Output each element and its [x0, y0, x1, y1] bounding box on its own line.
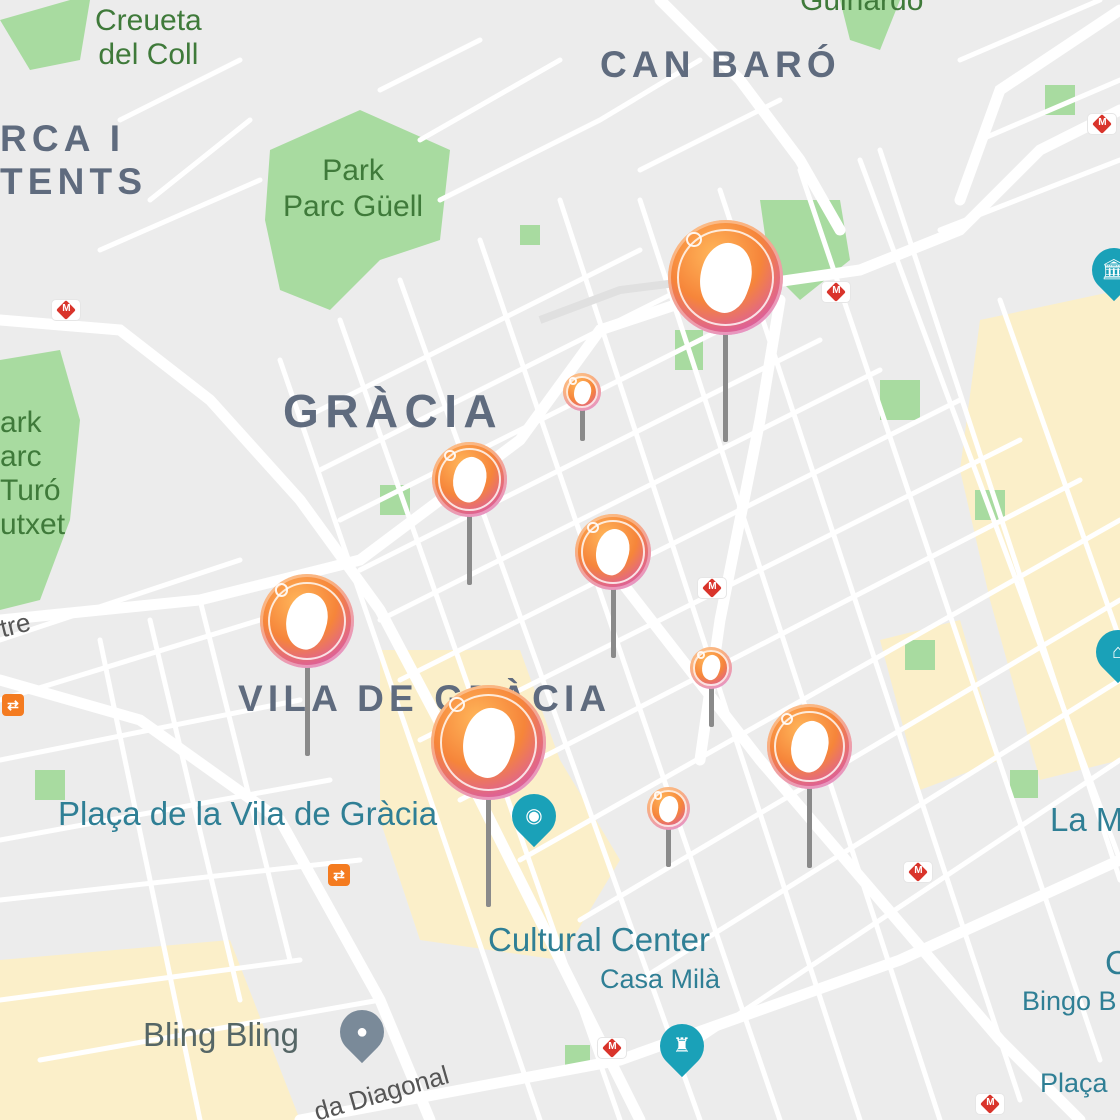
metro-icon[interactable]: [822, 282, 850, 302]
district-label-gracia: GRÀCIA: [283, 385, 504, 437]
footprint-pin-icon[interactable]: [647, 787, 690, 867]
neighborhood-label-guinardo: Guinardó: [800, 0, 924, 17]
label-line: ark: [0, 406, 42, 439]
footprint-pin-icon[interactable]: [260, 574, 354, 756]
pin-stick: [807, 778, 812, 868]
place-label-casa-mila[interactable]: Casa Milà: [600, 966, 720, 993]
landmark-icon[interactable]: ♜: [650, 1014, 714, 1078]
place-label-bingo[interactable]: Bingo B: [1022, 988, 1117, 1015]
label-line: Parc Güell: [283, 190, 424, 223]
rail-icon[interactable]: ⇄: [328, 864, 350, 886]
label-line: utxet: [0, 508, 66, 541]
label-line: Creueta: [95, 4, 202, 37]
district-label-can-baro: CAN BARÓ: [600, 44, 841, 85]
metro-icon[interactable]: [598, 1038, 626, 1058]
metro-icon[interactable]: [52, 300, 80, 320]
place-label-la-m[interactable]: La M: [1050, 803, 1120, 836]
metro-icon[interactable]: [904, 862, 932, 882]
place-label-placa-vila[interactable]: Plaça de la Vila de Gràcia: [58, 797, 437, 830]
footprint-pin-icon[interactable]: [563, 373, 601, 441]
label-line: del Coll: [98, 38, 199, 71]
place-label-placa-right[interactable]: Plaça: [1040, 1070, 1108, 1097]
pin-head: [575, 514, 651, 590]
pin-stick: [708, 683, 714, 727]
pin-stick: [486, 785, 491, 907]
footprint-pin-icon[interactable]: [767, 704, 852, 868]
park-label-guell: Park Parc Güell: [283, 156, 423, 222]
place-label-cultural-center[interactable]: Cultural Center: [488, 923, 710, 956]
location-pin-icon[interactable]: ●: [330, 1000, 394, 1064]
label-line: Turó: [0, 474, 61, 507]
footprint-pin-icon[interactable]: [690, 647, 732, 727]
label-line: RCA I: [0, 118, 126, 159]
street-label: tre: [0, 606, 34, 644]
footprint-pin-icon[interactable]: [432, 442, 507, 585]
label-line: Park: [322, 154, 384, 187]
map-canvas[interactable]: Creueta del Coll Guinardó CAN BARÓ RCA I…: [0, 0, 1120, 1120]
neighborhood-label-creueta: Creueta del Coll: [95, 6, 202, 70]
metro-icon[interactable]: [698, 578, 726, 598]
pin-head: [431, 685, 546, 800]
pin-stick: [723, 320, 728, 442]
footprint-pin-icon[interactable]: [575, 514, 651, 658]
pin-stick: [610, 580, 616, 658]
pin-head: [767, 704, 852, 789]
rail-icon[interactable]: ⇄: [2, 694, 24, 716]
footprint-pin-icon[interactable]: [668, 220, 783, 442]
label-line: TENTS: [0, 161, 148, 202]
pin-stick: [467, 506, 472, 585]
pin-head: [668, 220, 783, 335]
label-line: arc: [0, 440, 42, 473]
park-label-turo: ark arc Turó utxet: [0, 408, 65, 540]
pin-head: [563, 373, 601, 411]
pin-stick: [304, 656, 310, 756]
place-label-bling-bling[interactable]: Bling Bling: [143, 1018, 299, 1051]
pin-head: [690, 647, 732, 689]
pin-head: [647, 787, 690, 830]
footprint-pin-icon[interactable]: [431, 685, 546, 907]
pin-head: [432, 442, 507, 517]
district-label-carmel: RCA I TENTS: [0, 120, 147, 200]
pin-head: [260, 574, 354, 668]
metro-icon[interactable]: [1088, 114, 1116, 134]
metro-icon[interactable]: [976, 1094, 1004, 1114]
place-label-c[interactable]: C: [1105, 946, 1120, 979]
